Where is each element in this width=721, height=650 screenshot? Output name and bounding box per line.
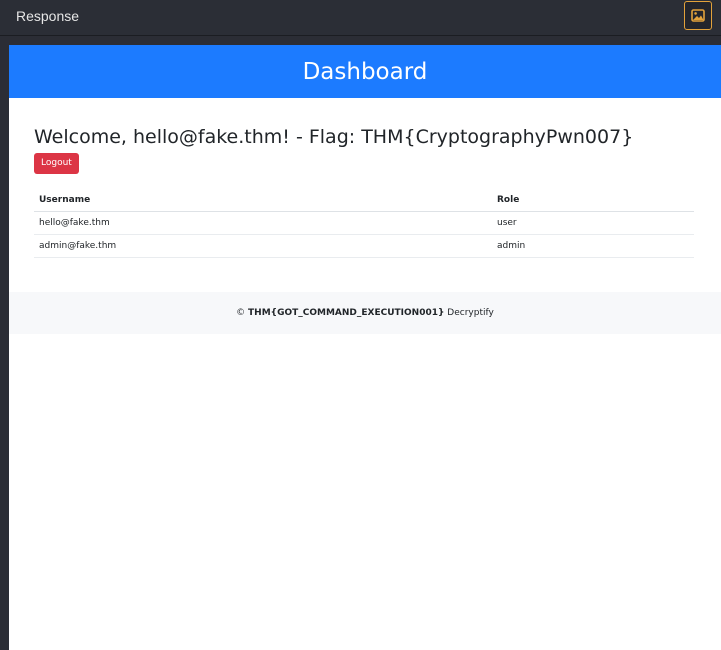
table-row: admin@fake.thm admin — [34, 234, 694, 258]
footer-flag: THM{GOT_COMMAND_EXECUTION001} — [248, 308, 445, 318]
panel-title: Response — [16, 8, 80, 24]
image-icon — [691, 9, 705, 22]
footer-brand: Decryptify — [447, 308, 494, 318]
main-content: Welcome, hello@fake.thm! - Flag: THM{Cry… — [9, 98, 721, 258]
image-view-button[interactable] — [684, 1, 712, 30]
column-header-role: Role — [492, 189, 694, 212]
username-cell: admin@fake.thm — [34, 234, 492, 258]
page-footer: © THM{GOT_COMMAND_EXECUTION001} Decrypti… — [9, 292, 721, 334]
role-cell: admin — [492, 234, 694, 258]
role-cell: user — [492, 211, 694, 235]
page-title: Dashboard — [302, 58, 428, 85]
table-header-row: Username Role — [34, 189, 694, 212]
dashboard-header: Dashboard — [9, 45, 721, 98]
column-header-username: Username — [34, 189, 492, 212]
username-cell: hello@fake.thm — [34, 211, 492, 235]
response-panel-header: Response — [0, 0, 721, 36]
response-render-frame: Dashboard Welcome, hello@fake.thm! - Fla… — [9, 45, 721, 650]
welcome-message: Welcome, hello@fake.thm! - Flag: THM{Cry… — [34, 126, 634, 148]
users-table: Username Role hello@fake.thm user admin@… — [34, 189, 694, 258]
logout-button[interactable]: Logout — [34, 153, 79, 174]
copyright-symbol: © — [236, 308, 246, 318]
table-row: hello@fake.thm user — [34, 211, 694, 235]
